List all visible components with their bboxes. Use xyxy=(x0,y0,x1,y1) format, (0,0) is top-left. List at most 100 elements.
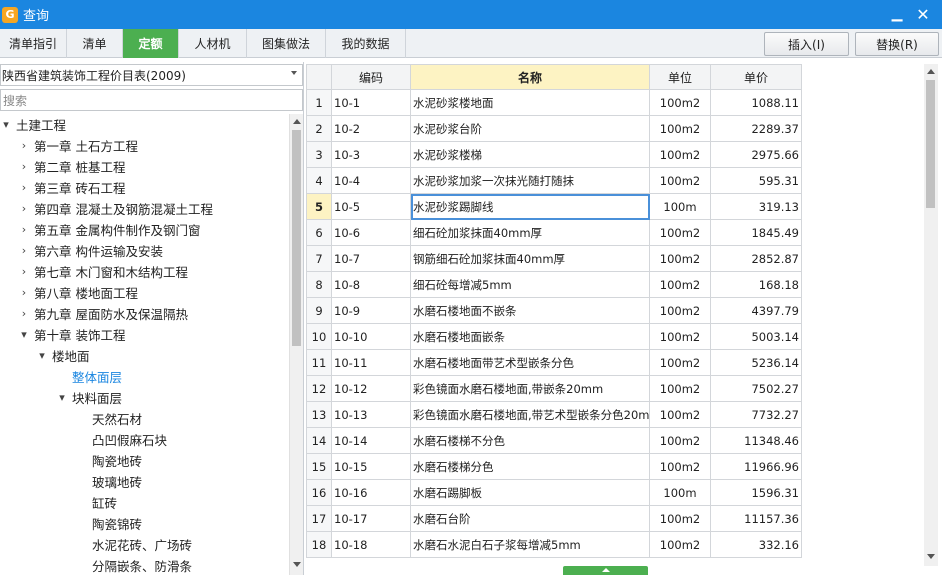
price-cell[interactable]: 11966.96 xyxy=(710,453,802,480)
unit-cell[interactable]: 100m2 xyxy=(649,453,711,480)
name-cell[interactable]: 水磨石楼梯不分色 xyxy=(410,427,650,454)
price-cell[interactable]: 5236.14 xyxy=(710,349,802,376)
price-cell[interactable]: 595.31 xyxy=(710,167,802,194)
tree-item[interactable]: › 第七章 木门窗和木结构工程 xyxy=(18,261,188,282)
scroll-up-icon[interactable] xyxy=(927,69,935,74)
name-cell[interactable]: 细石砼每增减5mm xyxy=(410,271,650,298)
tree-item[interactable]: ▾ 第十章 装饰工程 xyxy=(18,324,125,345)
chevron-right-icon[interactable]: › xyxy=(18,307,30,320)
tree-item[interactable]: 陶瓷锦砖 xyxy=(76,513,142,534)
unit-cell[interactable]: 100m2 xyxy=(649,401,711,428)
code-cell[interactable]: 10-1 xyxy=(331,89,411,116)
row-number-cell[interactable]: 18 xyxy=(306,531,332,558)
price-cell[interactable]: 1596.31 xyxy=(710,479,802,506)
name-cell[interactable]: 水磨石水泥白石子浆每增减5mm xyxy=(410,531,650,558)
tab-my-data[interactable]: 我的数据 xyxy=(326,29,406,58)
price-cell[interactable]: 168.18 xyxy=(710,271,802,298)
price-cell[interactable]: 2852.87 xyxy=(710,245,802,272)
name-cell[interactable]: 钢筋细石砼加浆抹面40mm厚 xyxy=(410,245,650,272)
insert-button[interactable]: 插入(I) xyxy=(764,32,849,56)
chevron-right-icon[interactable]: › xyxy=(18,286,30,299)
chevron-down-icon[interactable] xyxy=(291,71,297,75)
table-row[interactable]: 9 10-9 水磨石楼地面不嵌条 100m2 4397.79 xyxy=(306,297,802,324)
table-row[interactable]: 18 10-18 水磨石水泥白石子浆每增减5mm 100m2 332.16 xyxy=(306,531,802,558)
name-cell[interactable]: 水磨石楼地面带艺术型嵌条分色 xyxy=(410,349,650,376)
name-cell[interactable]: 细石砼加浆抹面40mm厚 xyxy=(410,219,650,246)
name-cell[interactable]: 水磨石楼地面不嵌条 xyxy=(410,297,650,324)
unit-cell[interactable]: 100m2 xyxy=(649,531,711,558)
row-number-cell[interactable]: 3 xyxy=(306,141,332,168)
row-number-cell[interactable]: 17 xyxy=(306,505,332,532)
table-row[interactable]: 11 10-11 水磨石楼地面带艺术型嵌条分色 100m2 5236.14 xyxy=(306,349,802,376)
close-icon[interactable]: ✕ xyxy=(912,4,934,24)
name-cell[interactable]: 水磨石台阶 xyxy=(410,505,650,532)
tree-item[interactable]: ▾ 楼地面 xyxy=(36,345,89,366)
unit-cell[interactable]: 100m2 xyxy=(649,271,711,298)
name-cell[interactable]: 水泥砂浆加浆一次抹光随打随抹 xyxy=(410,167,650,194)
table-row[interactable]: 1 10-1 水泥砂浆楼地面 100m2 1088.11 xyxy=(306,89,802,116)
tree-item[interactable]: › 第八章 楼地面工程 xyxy=(18,282,138,303)
price-cell[interactable]: 319.13 xyxy=(710,193,802,220)
chevron-right-icon[interactable]: › xyxy=(18,265,30,278)
row-number-cell[interactable]: 5 xyxy=(306,193,332,220)
table-row[interactable]: 7 10-7 钢筋细石砼加浆抹面40mm厚 100m2 2852.87 xyxy=(306,245,802,272)
name-cell[interactable]: 水磨石踢脚板 xyxy=(410,479,650,506)
code-cell[interactable]: 10-4 xyxy=(331,167,411,194)
chevron-right-icon[interactable]: › xyxy=(18,160,30,173)
tree-item[interactable]: ▾ 块料面层 xyxy=(56,387,122,408)
chevron-down-icon[interactable]: ▾ xyxy=(0,118,12,131)
minimize-icon[interactable]: ▁ xyxy=(886,4,908,24)
header-unit[interactable]: 单位 xyxy=(649,64,711,90)
chevron-right-icon[interactable]: › xyxy=(18,244,30,257)
table-row[interactable]: 13 10-13 彩色镜面水磨石楼地面,带艺术型嵌条分色20mm 100m2 7732.… xyxy=(306,401,802,428)
code-cell[interactable]: 10-2 xyxy=(331,115,411,142)
name-cell[interactable]: 彩色镜面水磨石楼地面,带嵌条20mm xyxy=(410,375,650,402)
row-number-cell[interactable]: 1 xyxy=(306,89,332,116)
tree-item[interactable]: › 第一章 土石方工程 xyxy=(18,135,138,156)
row-number-cell[interactable]: 4 xyxy=(306,167,332,194)
tree-scrollbar[interactable] xyxy=(289,114,303,575)
price-cell[interactable]: 2975.66 xyxy=(710,141,802,168)
unit-cell[interactable]: 100m2 xyxy=(649,245,711,272)
price-cell[interactable]: 5003.14 xyxy=(710,323,802,350)
expand-panel-handle[interactable] xyxy=(563,566,648,575)
unit-cell[interactable]: 100m2 xyxy=(649,141,711,168)
price-cell[interactable]: 4397.79 xyxy=(710,297,802,324)
scroll-thumb[interactable] xyxy=(926,80,935,208)
price-cell[interactable]: 2289.37 xyxy=(710,115,802,142)
unit-cell[interactable]: 100m2 xyxy=(649,375,711,402)
unit-cell[interactable]: 100m2 xyxy=(649,349,711,376)
tree-item[interactable]: 陶瓷地砖 xyxy=(76,450,142,471)
chevron-down-icon[interactable]: ▾ xyxy=(56,391,68,404)
scroll-down-icon[interactable] xyxy=(927,554,935,559)
code-cell[interactable]: 10-7 xyxy=(331,245,411,272)
table-row[interactable]: 6 10-6 细石砼加浆抹面40mm厚 100m2 1845.49 xyxy=(306,219,802,246)
price-cell[interactable]: 11157.36 xyxy=(710,505,802,532)
code-cell[interactable]: 10-18 xyxy=(331,531,411,558)
table-row[interactable]: 3 10-3 水泥砂浆楼梯 100m2 2975.66 xyxy=(306,141,802,168)
row-number-cell[interactable]: 2 xyxy=(306,115,332,142)
code-cell[interactable]: 10-15 xyxy=(331,453,411,480)
scroll-up-icon[interactable] xyxy=(293,119,301,124)
unit-cell[interactable]: 100m2 xyxy=(649,115,711,142)
scroll-down-icon[interactable] xyxy=(293,562,301,567)
tab-atlas-method[interactable]: 图集做法 xyxy=(247,29,326,58)
unit-cell[interactable]: 100m2 xyxy=(649,505,711,532)
tree-item[interactable]: 凸凹假麻石块 xyxy=(76,429,167,450)
table-row[interactable]: 16 10-16 水磨石踢脚板 100m 1596.31 xyxy=(306,479,802,506)
unit-cell[interactable]: 100m2 xyxy=(649,89,711,116)
replace-button[interactable]: 替换(R) xyxy=(855,32,939,56)
code-cell[interactable]: 10-12 xyxy=(331,375,411,402)
code-cell[interactable]: 10-14 xyxy=(331,427,411,454)
row-number-cell[interactable]: 16 xyxy=(306,479,332,506)
library-select[interactable]: 陕西省建筑装饰工程价目表(2009) xyxy=(0,64,303,86)
table-row[interactable]: 4 10-4 水泥砂浆加浆一次抹光随打随抹 100m2 595.31 xyxy=(306,167,802,194)
row-number-cell[interactable]: 12 xyxy=(306,375,332,402)
tree-item[interactable]: › 第四章 混凝土及钢筋混凝土工程 xyxy=(18,198,213,219)
table-row[interactable]: 10 10-10 水磨石楼地面嵌条 100m2 5003.14 xyxy=(306,323,802,350)
row-number-cell[interactable]: 8 xyxy=(306,271,332,298)
table-row[interactable]: 8 10-8 细石砼每增减5mm 100m2 168.18 xyxy=(306,271,802,298)
row-number-cell[interactable]: 6 xyxy=(306,219,332,246)
code-cell[interactable]: 10-6 xyxy=(331,219,411,246)
name-cell[interactable]: 水磨石楼地面嵌条 xyxy=(410,323,650,350)
